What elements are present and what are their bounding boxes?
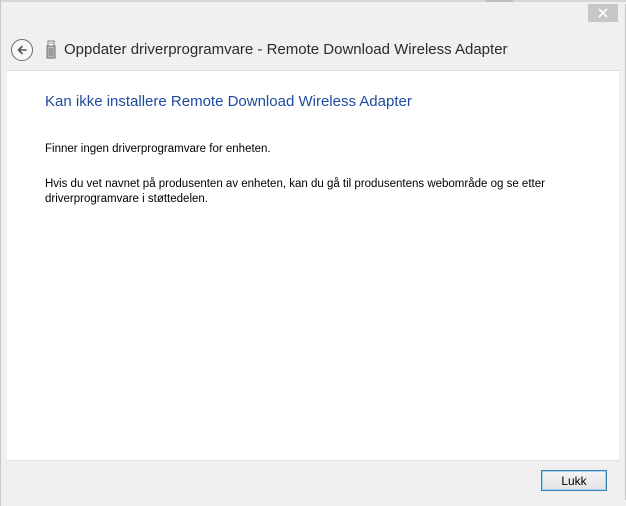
dialog-footer: Lukk — [7, 460, 619, 500]
back-arrow-icon — [17, 45, 27, 55]
window-title: Oppdater driverprogramvare - Remote Down… — [64, 41, 508, 58]
close-icon — [598, 8, 608, 18]
title-bar-segment — [485, 0, 513, 2]
title-bar-segment — [1, 0, 485, 2]
message-no-driver: Finner ingen driverprogramvare for enhet… — [45, 143, 271, 155]
title-bar-strip — [1, 0, 626, 4]
usb-device-icon — [46, 40, 56, 59]
window-close-button[interactable] — [588, 4, 618, 22]
content-panel: Kan ikke installere Remote Download Wire… — [7, 70, 619, 460]
title-bar-segment — [513, 0, 626, 2]
dialog-window: Oppdater driverprogramvare - Remote Down… — [0, 0, 626, 506]
error-heading: Kan ikke installere Remote Download Wire… — [45, 93, 412, 110]
close-button[interactable]: Lukk — [541, 470, 607, 491]
dialog-header: Oppdater driverprogramvare - Remote Down… — [1, 34, 626, 66]
window-bottom-edge — [1, 500, 626, 506]
back-button[interactable] — [11, 39, 33, 61]
message-manufacturer-hint: Hvis du vet navnet på produsenten av enh… — [45, 178, 545, 205]
